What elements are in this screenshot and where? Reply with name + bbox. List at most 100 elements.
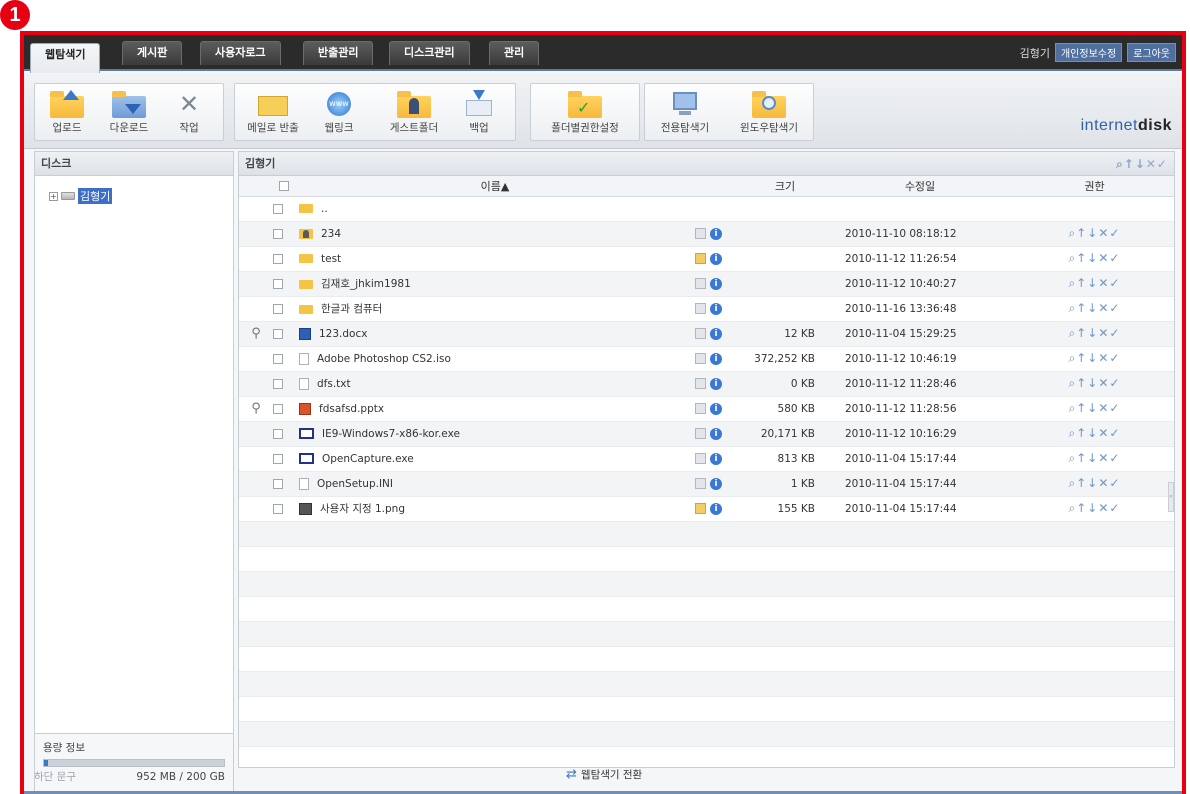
file-name[interactable]: .. <box>321 203 328 215</box>
file-name[interactable]: fdsafsd.pptx <box>319 403 384 415</box>
permission-icons[interactable]: ⌕↑↓✕✓ <box>1069 376 1121 390</box>
row-checkbox[interactable] <box>273 303 283 314</box>
modified-column-header[interactable]: 수정일 <box>825 176 1015 197</box>
windows-explorer-button[interactable]: 윈도우탐색기 <box>729 84 809 140</box>
tools-button[interactable]: ✕ 작업 <box>159 84 219 140</box>
table-row[interactable]: IE9-Windows7-x86-kor.exe i 20,171 KB 2010-1… <box>239 421 1174 447</box>
info-icon[interactable]: i <box>710 302 722 315</box>
permission-icons[interactable]: ⌕↑↓✕✓ <box>1069 351 1121 365</box>
info-icon[interactable]: i <box>710 352 722 365</box>
tab-web-explorer[interactable]: 웹탐색기 <box>30 43 101 73</box>
file-name[interactable]: OpenSetup.INI <box>317 478 393 490</box>
permission-icons[interactable]: ⌕↑↓✕✓ <box>1069 226 1121 240</box>
table-row[interactable]: test i 2010-11-12 11:26:54 ⌕↑↓✕✓ <box>239 246 1174 272</box>
info-icon[interactable]: i <box>710 227 722 240</box>
memo-icon[interactable] <box>695 253 706 264</box>
info-icon[interactable]: i <box>710 502 722 515</box>
row-checkbox[interactable] <box>273 453 283 464</box>
logout-button[interactable]: 로그아웃 <box>1127 43 1176 62</box>
info-icon[interactable]: i <box>710 477 722 490</box>
tree-item-root[interactable]: + 김형기 <box>49 188 113 204</box>
table-row[interactable]: OpenCapture.exe i 813 KB 2010-11-04 15:17:4… <box>239 446 1174 472</box>
switch-explorer-button[interactable]: ⇄ 웹탐색기 전환 <box>566 767 642 782</box>
file-name[interactable]: 123.docx <box>319 328 367 340</box>
name-column-header[interactable]: 이름▲ <box>295 176 695 197</box>
permission-icons[interactable]: ⌕↑↓✕✓ <box>1069 451 1121 465</box>
table-row[interactable]: 234 i 2010-11-10 08:18:12 ⌕↑↓✕✓ <box>239 221 1174 247</box>
header-action-icons[interactable]: ⌕↑↓✕✓ <box>1116 152 1168 176</box>
file-name[interactable]: dfs.txt <box>317 378 351 390</box>
tree-item-label[interactable]: 김형기 <box>78 188 113 204</box>
tab-user-log[interactable]: 사용자로그 <box>200 41 281 65</box>
table-row[interactable]: dfs.txt i 0 KB 2010-11-12 11:28:46 ⌕↑↓✕✓ <box>239 371 1174 397</box>
file-name[interactable]: 234 <box>321 228 341 240</box>
profile-edit-button[interactable]: 개인정보수정 <box>1054 43 1123 62</box>
row-checkbox[interactable] <box>273 403 283 414</box>
file-name[interactable]: 한글과 컴퓨터 <box>321 303 382 315</box>
row-checkbox[interactable] <box>273 478 283 489</box>
download-button[interactable]: 다운로드 <box>99 84 159 140</box>
info-icon[interactable]: i <box>710 252 722 265</box>
table-row[interactable]: ⚲ fdsafsd.pptx i 580 KB 2010-11-12 11:28:56 ⌕… <box>239 396 1174 422</box>
row-checkbox[interactable] <box>273 253 283 264</box>
row-checkbox[interactable] <box>273 228 283 239</box>
backup-button[interactable]: 백업 <box>449 84 509 140</box>
tab-admin[interactable]: 관리 <box>489 41 540 65</box>
memo-icon[interactable] <box>695 428 706 439</box>
memo-icon[interactable] <box>695 478 706 489</box>
memo-icon[interactable] <box>695 278 706 289</box>
file-name[interactable]: 사용자 지정 1.png <box>320 503 405 515</box>
tab-disk-manage[interactable]: 디스크관리 <box>389 41 470 65</box>
row-checkbox[interactable] <box>273 203 283 214</box>
tab-board[interactable]: 게시판 <box>122 41 183 65</box>
permission-icons[interactable]: ⌕↑↓✕✓ <box>1069 501 1121 515</box>
table-row[interactable]: .. <box>239 196 1174 222</box>
info-icon[interactable]: i <box>710 377 722 390</box>
permission-icons[interactable]: ⌕↑↓✕✓ <box>1069 476 1121 490</box>
table-row[interactable]: 사용자 지정 1.png i 155 KB 2010-11-04 15:17:44 ⌕↑… <box>239 496 1174 522</box>
expand-icon[interactable]: + <box>49 191 58 201</box>
permission-icons[interactable]: ⌕↑↓✕✓ <box>1069 251 1121 265</box>
permission-icons[interactable]: ⌕↑↓✕✓ <box>1069 301 1121 315</box>
file-name[interactable]: OpenCapture.exe <box>322 453 414 465</box>
table-row[interactable]: OpenSetup.INI i 1 KB 2010-11-04 15:17:44 ⌕↑↓… <box>239 471 1174 497</box>
size-column-header[interactable]: 크기 <box>745 176 825 197</box>
select-all-checkbox[interactable] <box>279 181 289 192</box>
memo-icon[interactable] <box>695 228 706 239</box>
table-row[interactable]: 김재호_jhkim1981 i 2010-11-12 10:40:27 ⌕↑↓✕✓ <box>239 271 1174 297</box>
memo-icon[interactable] <box>695 378 706 389</box>
row-checkbox[interactable] <box>273 278 283 289</box>
row-checkbox[interactable] <box>273 503 283 514</box>
preview-magnifier-icon[interactable]: ⚲ <box>251 326 261 341</box>
preview-magnifier-icon[interactable]: ⚲ <box>251 401 261 416</box>
info-icon[interactable]: i <box>710 277 722 290</box>
info-icon[interactable]: i <box>710 327 722 340</box>
permission-icons[interactable]: ⌕↑↓✕✓ <box>1069 276 1121 290</box>
permission-icons[interactable]: ⌕↑↓✕✓ <box>1069 401 1121 415</box>
tab-export-manage[interactable]: 반출관리 <box>303 41 374 65</box>
collapse-handle[interactable]: ‹ <box>1168 482 1174 512</box>
memo-icon[interactable] <box>695 503 706 514</box>
email-export-button[interactable]: 메일로 반출 <box>239 84 307 140</box>
memo-icon[interactable] <box>695 453 706 464</box>
table-row[interactable]: ⚲ 123.docx i 12 KB 2010-11-04 15:29:25 ⌕↑↓✕✓ <box>239 321 1174 347</box>
info-icon[interactable]: i <box>710 402 722 415</box>
memo-icon[interactable] <box>695 403 706 414</box>
table-row[interactable]: 한글과 컴퓨터 i 2010-11-16 13:36:48 ⌕↑↓✕✓ <box>239 296 1174 322</box>
file-name[interactable]: IE9-Windows7-x86-kor.exe <box>322 428 460 440</box>
info-icon[interactable]: i <box>710 427 722 440</box>
row-checkbox[interactable] <box>273 353 283 364</box>
file-name[interactable]: Adobe Photoshop CS2.iso <box>317 353 451 365</box>
weblink-button[interactable]: www 웹링크 <box>309 84 369 140</box>
file-name[interactable]: 김재호_jhkim1981 <box>321 278 411 290</box>
folder-permission-button[interactable]: ✓ 폴더별권한설정 <box>537 84 633 140</box>
dedicated-explorer-button[interactable]: 전용탐색기 <box>655 84 715 140</box>
row-checkbox[interactable] <box>273 378 283 389</box>
upload-button[interactable]: 업로드 <box>37 84 97 140</box>
row-checkbox[interactable] <box>273 328 283 339</box>
memo-icon[interactable] <box>695 353 706 364</box>
row-checkbox[interactable] <box>273 428 283 439</box>
guest-folder-button[interactable]: 게스트폴더 <box>381 84 447 140</box>
permission-icons[interactable]: ⌕↑↓✕✓ <box>1069 326 1121 340</box>
table-row[interactable]: Adobe Photoshop CS2.iso i 372,252 KB 2010-1… <box>239 346 1174 372</box>
